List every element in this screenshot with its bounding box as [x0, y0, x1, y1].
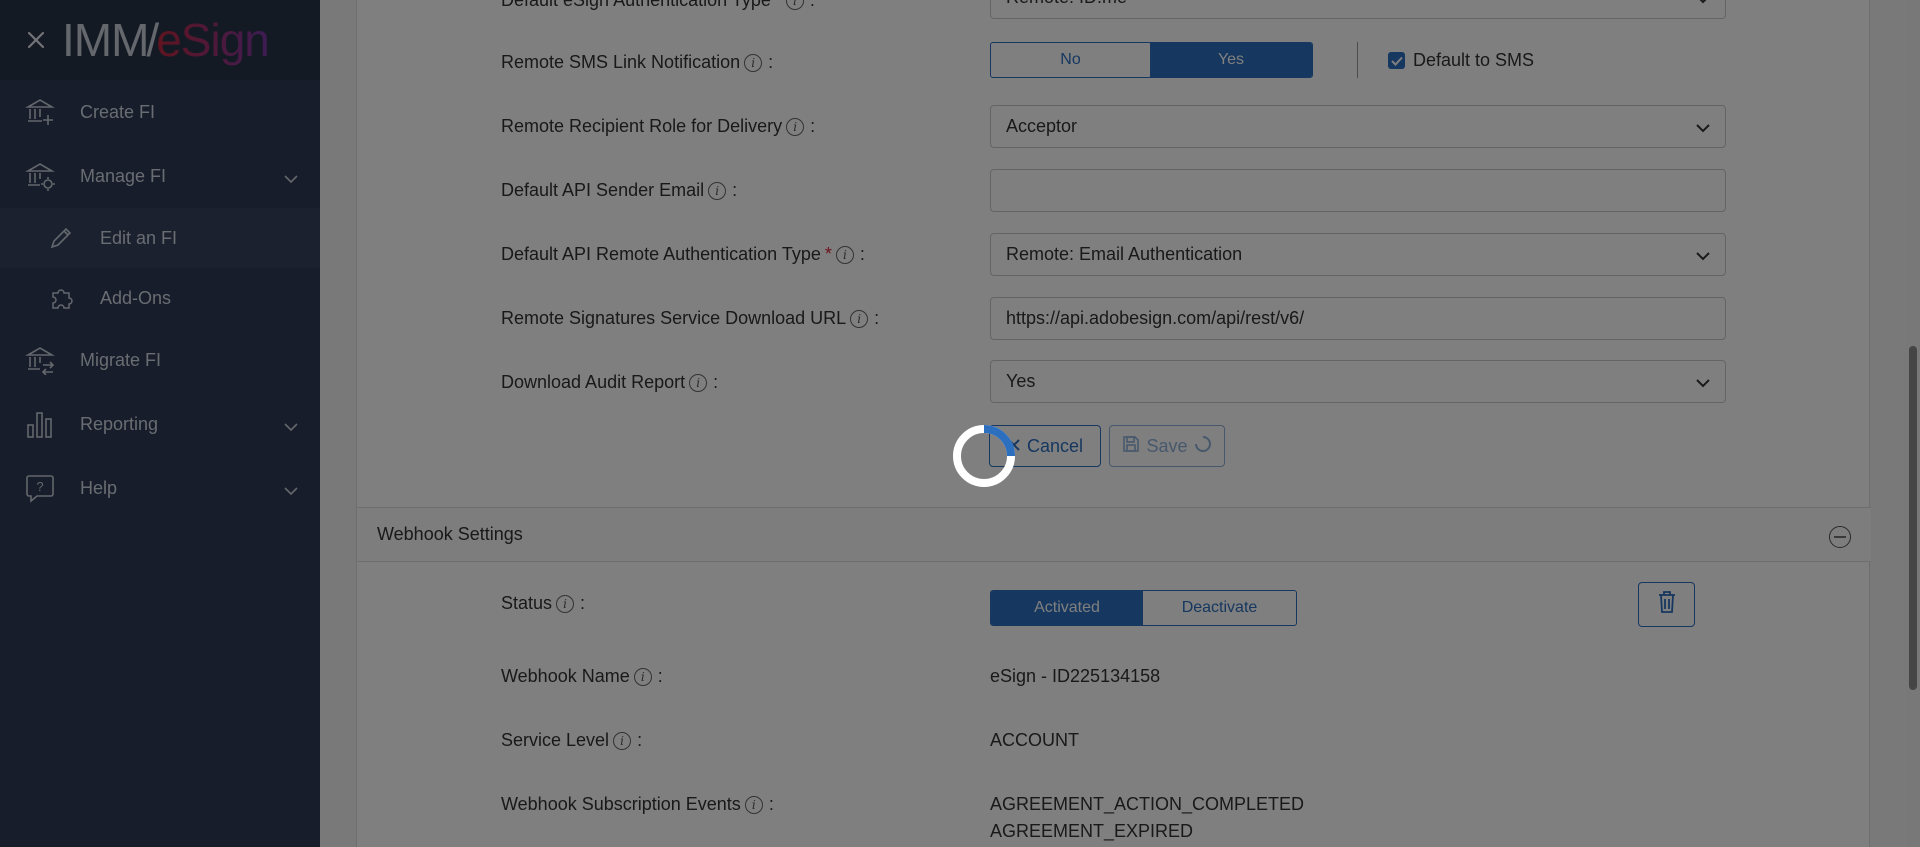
loading-spinner-icon	[953, 425, 1015, 487]
loading-overlay	[0, 0, 1920, 847]
